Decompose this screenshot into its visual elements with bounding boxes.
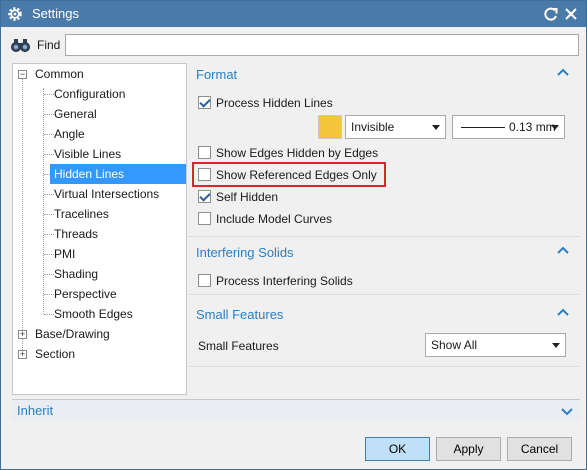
self-hidden-checkbox[interactable] bbox=[198, 190, 211, 204]
find-bar: Find bbox=[1, 27, 586, 61]
title-bar: Settings bbox=[1, 1, 586, 27]
small-features-value: Show All bbox=[431, 338, 478, 352]
dropdown-arrow-icon bbox=[432, 125, 440, 130]
small-features-header[interactable]: Small Features bbox=[188, 303, 580, 327]
find-input[interactable] bbox=[65, 34, 579, 56]
dropdown-arrow-icon bbox=[551, 125, 559, 130]
settings-content: Format Process Hidden Lines Invisible 0.… bbox=[188, 63, 580, 395]
line-font-value: Invisible bbox=[351, 120, 395, 134]
expand-toggle-icon[interactable]: + bbox=[18, 330, 27, 339]
small-features-select[interactable]: Show All bbox=[425, 333, 566, 357]
small-features-label: Small Features bbox=[198, 339, 279, 353]
dropdown-arrow-icon bbox=[552, 343, 560, 348]
tree-item-general[interactable]: General bbox=[50, 104, 101, 124]
tree-item-shading[interactable]: Shading bbox=[50, 264, 102, 284]
include-model-curves-row[interactable]: Include Model Curves bbox=[198, 210, 332, 228]
expand-toggle-icon[interactable]: + bbox=[18, 350, 27, 359]
hidden-line-color-swatch[interactable] bbox=[318, 115, 342, 139]
show-referenced-edges-row[interactable]: Show Referenced Edges Only bbox=[198, 166, 377, 184]
tree-connector bbox=[43, 88, 44, 314]
line-font-select[interactable]: Invisible bbox=[345, 115, 446, 139]
show-edges-hidden-row[interactable]: Show Edges Hidden by Edges bbox=[198, 144, 378, 162]
window-title: Settings bbox=[32, 6, 79, 21]
tree-item-configuration[interactable]: Configuration bbox=[50, 84, 129, 104]
inherit-section-header[interactable]: Inherit bbox=[12, 399, 580, 421]
process-interfering-checkbox[interactable] bbox=[198, 274, 211, 288]
show-referenced-edges-label: Show Referenced Edges Only bbox=[216, 167, 377, 182]
line-width-value: 0.13 mm bbox=[509, 120, 556, 134]
close-icon[interactable] bbox=[562, 5, 580, 23]
tree-item-virtual-intersections[interactable]: Virtual Intersections bbox=[50, 184, 163, 204]
tree-item-hidden-lines[interactable]: Hidden Lines bbox=[50, 164, 186, 184]
include-model-curves-label: Include Model Curves bbox=[216, 211, 333, 226]
process-hidden-lines-checkbox[interactable] bbox=[198, 96, 211, 110]
process-interfering-row[interactable]: Process Interfering Solids bbox=[198, 272, 353, 290]
collapse-toggle-icon[interactable]: − bbox=[18, 70, 27, 79]
format-section-header[interactable]: Format bbox=[188, 63, 580, 87]
include-model-curves-checkbox[interactable] bbox=[198, 212, 211, 226]
format-section-title: Format bbox=[196, 67, 238, 82]
inherit-title: Inherit bbox=[17, 403, 54, 418]
tree-connector bbox=[22, 78, 23, 358]
settings-dialog: Settings Find − Common Configuration Gen… bbox=[0, 0, 587, 470]
chevron-down-icon[interactable] bbox=[560, 404, 574, 418]
tree-item-smooth-edges[interactable]: Smooth Edges bbox=[50, 304, 137, 324]
interfering-solids-section: Interfering Solids Process Interfering S… bbox=[188, 241, 580, 295]
binoculars-icon bbox=[11, 39, 30, 52]
find-label: Find bbox=[37, 38, 61, 52]
tree-item-visible-lines[interactable]: Visible Lines bbox=[50, 144, 125, 164]
settings-tree: − Common Configuration General Angle Vis… bbox=[12, 63, 187, 395]
chevron-up-icon[interactable] bbox=[556, 66, 570, 80]
tree-item-section[interactable]: Section bbox=[31, 344, 79, 364]
interfering-solids-header[interactable]: Interfering Solids bbox=[188, 241, 580, 265]
cancel-button[interactable]: Cancel bbox=[507, 437, 572, 461]
process-interfering-label: Process Interfering Solids bbox=[216, 273, 353, 288]
line-width-select[interactable]: 0.13 mm bbox=[452, 115, 565, 139]
tree-item-tracelines[interactable]: Tracelines bbox=[50, 204, 113, 224]
show-edges-hidden-label: Show Edges Hidden by Edges bbox=[216, 145, 379, 160]
tree-item-threads[interactable]: Threads bbox=[50, 224, 102, 244]
ok-button[interactable]: OK bbox=[365, 437, 430, 461]
line-width-sample bbox=[461, 127, 505, 128]
tree-item-base-drawing[interactable]: Base/Drawing bbox=[31, 324, 114, 344]
self-hidden-row[interactable]: Self Hidden bbox=[198, 188, 278, 206]
show-referenced-edges-checkbox[interactable] bbox=[198, 168, 211, 182]
chevron-up-icon[interactable] bbox=[556, 244, 570, 258]
interfering-solids-title: Interfering Solids bbox=[196, 245, 294, 260]
gear-icon bbox=[8, 7, 22, 21]
refresh-icon[interactable] bbox=[542, 5, 560, 23]
self-hidden-label: Self Hidden bbox=[216, 189, 279, 204]
show-edges-hidden-checkbox[interactable] bbox=[198, 146, 211, 160]
apply-button[interactable]: Apply bbox=[436, 437, 501, 461]
process-hidden-lines-label: Process Hidden Lines bbox=[216, 95, 333, 110]
small-features-section: Small Features Small Features Show All bbox=[188, 303, 580, 367]
tree-item-perspective[interactable]: Perspective bbox=[50, 284, 121, 304]
small-features-title: Small Features bbox=[196, 307, 284, 322]
tree-item-common[interactable]: Common bbox=[31, 64, 88, 84]
process-hidden-lines-row[interactable]: Process Hidden Lines bbox=[198, 94, 333, 112]
tree-item-angle[interactable]: Angle bbox=[50, 124, 89, 144]
chevron-up-icon[interactable] bbox=[556, 306, 570, 320]
format-section: Format Process Hidden Lines Invisible 0.… bbox=[188, 63, 580, 237]
tree-item-pmi[interactable]: PMI bbox=[50, 244, 79, 264]
